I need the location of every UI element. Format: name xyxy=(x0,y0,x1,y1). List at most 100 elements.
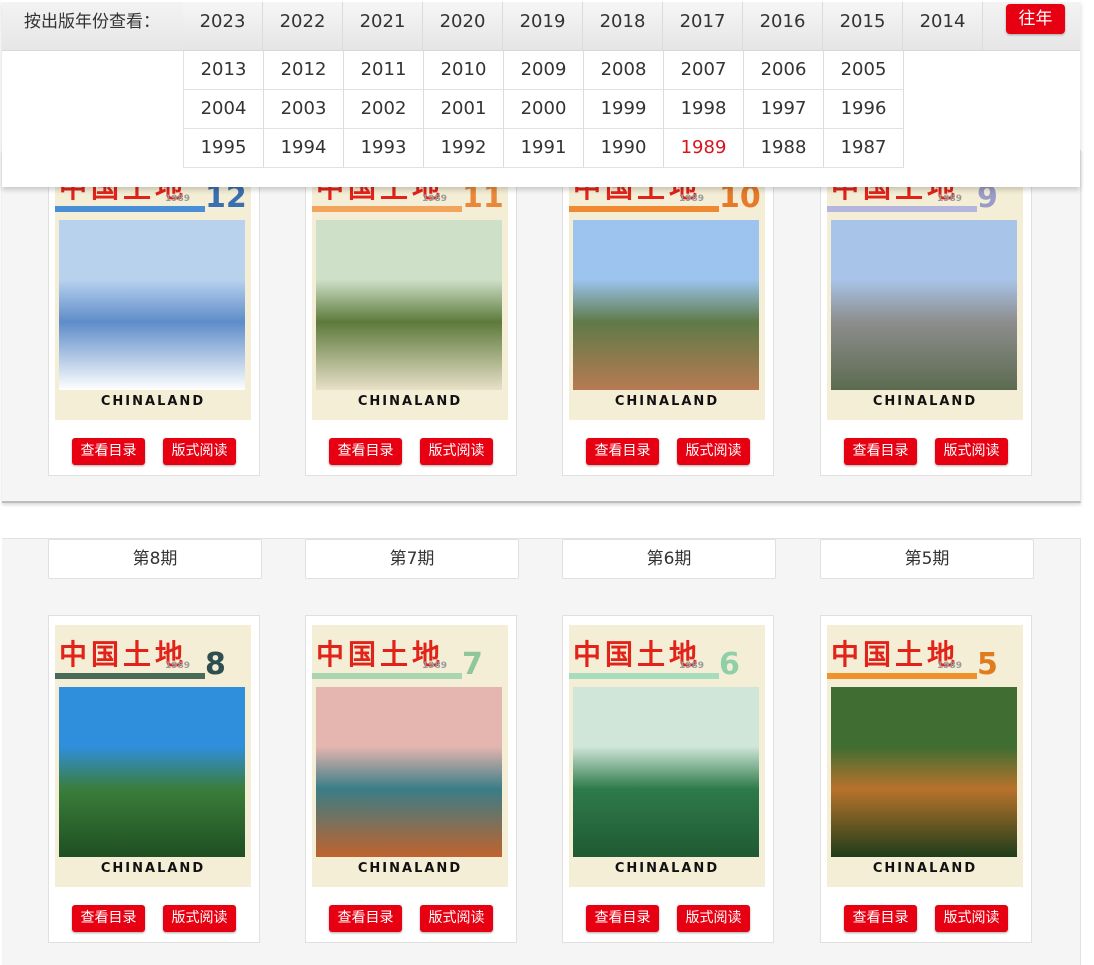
year-option[interactable]: 1989 xyxy=(664,129,744,168)
cover-year: 1989 xyxy=(937,194,963,204)
year-option[interactable]: 1994 xyxy=(264,129,344,168)
year-option[interactable]: 2002 xyxy=(344,90,424,129)
year-option[interactable]: 2016 xyxy=(743,2,823,50)
year-option[interactable]: 2022 xyxy=(263,2,343,50)
year-option[interactable]: 2006 xyxy=(744,51,824,90)
cover-year: 1989 xyxy=(165,194,191,204)
view-toc-button[interactable]: 查看目录 xyxy=(329,438,402,465)
year-option[interactable]: 2020 xyxy=(423,2,503,50)
cover-photo xyxy=(831,220,1017,390)
year-option[interactable]: 1996 xyxy=(824,90,904,129)
magazine-cover[interactable]: 中国土地 1989 8 CHINALAND xyxy=(55,625,251,887)
magazine-cover[interactable]: 中国土地 1989 5 CHINALAND xyxy=(827,625,1023,887)
issue-tab[interactable]: 第5期 xyxy=(820,539,1034,579)
issue-tab[interactable]: 第8期 xyxy=(48,539,262,579)
magazine-cover[interactable]: 中国土地 1989 11 CHINALAND xyxy=(312,158,508,420)
issue-card: 中国土地 1989 10 CHINALAND 查看目录 版式阅读 xyxy=(562,148,774,476)
cover-color-band xyxy=(827,673,977,679)
issue-card: 中国土地 1989 9 CHINALAND 查看目录 版式阅读 xyxy=(820,148,1032,476)
cover-color-band xyxy=(827,206,977,212)
year-option[interactable]: 2011 xyxy=(344,51,424,90)
year-option[interactable]: 1997 xyxy=(744,90,824,129)
cover-photo xyxy=(316,220,502,390)
view-toc-button[interactable]: 查看目录 xyxy=(586,905,659,932)
issue-card: 中国土地 1989 7 CHINALAND 查看目录 版式阅读 xyxy=(305,615,517,943)
year-option[interactable]: 2018 xyxy=(583,2,663,50)
layout-read-button[interactable]: 版式阅读 xyxy=(935,438,1008,465)
year-option[interactable]: 2014 xyxy=(903,2,983,50)
year-option[interactable]: 2010 xyxy=(424,51,504,90)
year-option[interactable]: 2023 xyxy=(183,2,263,50)
cover-year: 1989 xyxy=(165,661,191,671)
layout-read-button[interactable]: 版式阅读 xyxy=(420,905,493,932)
year-option[interactable]: 1991 xyxy=(504,129,584,168)
issue-card: 中国土地 1989 5 CHINALAND 查看目录 版式阅读 xyxy=(820,615,1032,943)
cover-brand: CHINALAND xyxy=(872,394,978,409)
cover-issue-number: 8 xyxy=(205,647,226,682)
year-filter-label: 按出版年份查看： xyxy=(24,12,160,32)
issues-section-top: 中国土地 1989 12 CHINALAND 查看目录 版式阅读 中国土地 1989 11 CHI… xyxy=(2,148,1081,503)
cover-brand: CHINALAND xyxy=(357,394,463,409)
view-toc-button[interactable]: 查看目录 xyxy=(329,905,402,932)
issues-section-bottom: 第8期 中国土地 1989 8 CHINALAND 查看目录 版式阅读 第7期 中国土地 1989… xyxy=(2,538,1081,965)
year-option[interactable]: 2017 xyxy=(663,2,743,50)
year-option[interactable]: 2003 xyxy=(264,90,344,129)
year-option[interactable]: 1998 xyxy=(664,90,744,129)
view-toc-button[interactable]: 查看目录 xyxy=(72,438,145,465)
magazine-cover[interactable]: 中国土地 1989 7 CHINALAND xyxy=(312,625,508,887)
view-toc-button[interactable]: 查看目录 xyxy=(844,438,917,465)
year-option[interactable]: 1999 xyxy=(584,90,664,129)
cover-color-band xyxy=(569,206,719,212)
layout-read-button[interactable]: 版式阅读 xyxy=(163,438,236,465)
past-years-button[interactable]: 往年 xyxy=(1006,4,1065,34)
magazine-cover[interactable]: 中国土地 1989 6 CHINALAND xyxy=(569,625,765,887)
layout-read-button[interactable]: 版式阅读 xyxy=(677,905,750,932)
year-option[interactable]: 2000 xyxy=(504,90,584,129)
layout-read-button[interactable]: 版式阅读 xyxy=(420,438,493,465)
issue-tab[interactable]: 第7期 xyxy=(305,539,519,579)
year-option[interactable]: 2008 xyxy=(584,51,664,90)
issue-card: 中国土地 1989 12 CHINALAND 查看目录 版式阅读 xyxy=(48,148,260,476)
year-option[interactable]: 1992 xyxy=(424,129,504,168)
year-option[interactable]: 2015 xyxy=(823,2,903,50)
year-option[interactable]: 2009 xyxy=(504,51,584,90)
year-option[interactable]: 2012 xyxy=(264,51,344,90)
cover-color-band xyxy=(569,673,719,679)
cover-year: 1989 xyxy=(422,661,448,671)
year-option[interactable]: 1988 xyxy=(744,129,824,168)
layout-read-button[interactable]: 版式阅读 xyxy=(163,905,236,932)
view-toc-button[interactable]: 查看目录 xyxy=(72,905,145,932)
year-option[interactable]: 2021 xyxy=(343,2,423,50)
cover-color-band xyxy=(55,673,205,679)
year-option[interactable]: 2013 xyxy=(183,51,264,90)
year-option[interactable]: 2007 xyxy=(664,51,744,90)
year-option[interactable]: 2004 xyxy=(183,90,264,129)
year-row-4: 1995 1994 1993 1992 1991 1990 1989 1988 1987 xyxy=(183,129,904,168)
cover-brand: CHINALAND xyxy=(872,861,978,876)
year-option[interactable]: 1995 xyxy=(183,129,264,168)
cover-brand: CHINALAND xyxy=(614,394,720,409)
magazine-cover[interactable]: 中国土地 1989 10 CHINALAND xyxy=(569,158,765,420)
view-toc-button[interactable]: 查看目录 xyxy=(586,438,659,465)
layout-read-button[interactable]: 版式阅读 xyxy=(935,905,1008,932)
issue-card: 中国土地 1989 6 CHINALAND 查看目录 版式阅读 xyxy=(562,615,774,943)
year-option[interactable]: 1993 xyxy=(344,129,424,168)
year-option[interactable]: 2019 xyxy=(503,2,583,50)
layout-read-button[interactable]: 版式阅读 xyxy=(677,438,750,465)
magazine-cover[interactable]: 中国土地 1989 9 CHINALAND xyxy=(827,158,1023,420)
cover-photo xyxy=(59,687,245,857)
cover-issue-number: 5 xyxy=(977,647,998,682)
year-option[interactable]: 2001 xyxy=(424,90,504,129)
cover-photo xyxy=(573,220,759,390)
view-toc-button[interactable]: 查看目录 xyxy=(844,905,917,932)
issue-tab[interactable]: 第6期 xyxy=(562,539,776,579)
cover-photo xyxy=(831,687,1017,857)
issue-card: 中国土地 1989 11 CHINALAND 查看目录 版式阅读 xyxy=(305,148,517,476)
year-option[interactable]: 1987 xyxy=(824,129,904,168)
year-option[interactable]: 2005 xyxy=(824,51,904,90)
cover-issue-number: 6 xyxy=(719,647,740,682)
cover-photo xyxy=(316,687,502,857)
cover-brand: CHINALAND xyxy=(100,394,206,409)
year-option[interactable]: 1990 xyxy=(584,129,664,168)
magazine-cover[interactable]: 中国土地 1989 12 CHINALAND xyxy=(55,158,251,420)
